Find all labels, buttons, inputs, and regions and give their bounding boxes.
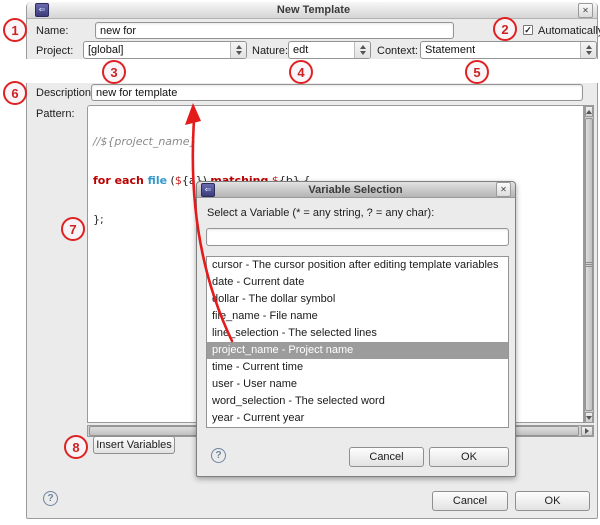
- close-button[interactable]: ✕: [578, 3, 593, 18]
- scroll-up-icon[interactable]: [585, 106, 593, 117]
- main-titlebar[interactable]: ⇐ New Template ✕: [27, 2, 597, 19]
- vs-prompt: Select a Variable (* = any string, ? = a…: [207, 207, 434, 219]
- list-item[interactable]: date - Current date: [207, 274, 508, 291]
- vs-cancel-button[interactable]: Cancel: [349, 447, 424, 467]
- variable-filter-input[interactable]: [206, 228, 509, 246]
- help-button[interactable]: ?: [43, 491, 58, 506]
- list-item[interactable]: year - Current year: [207, 410, 508, 427]
- vs-ok-button[interactable]: OK: [429, 447, 509, 467]
- annotation-circle-3: 3: [102, 60, 126, 84]
- project-label: Project:: [36, 45, 73, 57]
- list-item[interactable]: file_name - File name: [207, 308, 508, 325]
- variable-list[interactable]: cursor - The cursor position after editi…: [206, 256, 509, 428]
- list-item[interactable]: line_selection - The selected lines: [207, 325, 508, 342]
- template-icon: ⇐: [201, 183, 215, 197]
- main-title: New Template: [49, 4, 578, 16]
- annotation-circle-4: 4: [289, 60, 313, 84]
- name-input[interactable]: [95, 22, 454, 39]
- insert-variables-button[interactable]: Insert Variables: [93, 436, 175, 454]
- name-label: Name:: [36, 25, 68, 37]
- vs-title: Variable Selection: [215, 184, 496, 196]
- code-line: //${project_name}: [93, 135, 583, 148]
- project-select[interactable]: [global]: [83, 41, 247, 59]
- annotation-circle-2: 2: [493, 17, 517, 41]
- spinner-icon: [230, 42, 246, 58]
- context-label: Context:: [377, 45, 418, 57]
- scroll-down-icon[interactable]: [585, 412, 593, 423]
- auto-insert-checkbox[interactable]: [523, 25, 533, 35]
- list-item[interactable]: cursor - The cursor position after editi…: [207, 257, 508, 274]
- grip-icon: [586, 262, 592, 267]
- list-item[interactable]: user - User name: [207, 376, 508, 393]
- pattern-vscrollbar[interactable]: [584, 105, 594, 423]
- annotation-circle-7: 7: [61, 217, 85, 241]
- ok-button[interactable]: OK: [515, 491, 590, 511]
- close-button[interactable]: ✕: [496, 182, 511, 197]
- description-label: Description:: [36, 87, 94, 99]
- annotation-circle-1: 1: [3, 18, 27, 42]
- spinner-icon: [354, 42, 370, 58]
- list-item[interactable]: dollar - The dollar symbol: [207, 291, 508, 308]
- nature-value: edt: [289, 44, 354, 56]
- context-value: Statement: [421, 44, 580, 56]
- spinner-icon: [580, 42, 596, 58]
- auto-insert-label: Automatically Insert: [538, 25, 600, 37]
- scroll-right-icon[interactable]: [581, 426, 593, 436]
- vs-help-button[interactable]: ?: [211, 448, 226, 463]
- list-item[interactable]: time - Current time: [207, 359, 508, 376]
- pattern-label: Pattern:: [36, 108, 75, 120]
- scroll-thumb[interactable]: [585, 118, 593, 411]
- list-item-selected[interactable]: project_name - Project name: [207, 342, 508, 359]
- description-input[interactable]: [91, 84, 583, 101]
- template-icon: ⇐: [35, 3, 49, 17]
- cancel-button[interactable]: Cancel: [432, 491, 508, 511]
- variable-selection-dialog: ⇐ Variable Selection ✕ Select a Variable…: [196, 181, 516, 477]
- list-item[interactable]: word_selection - The selected word: [207, 393, 508, 410]
- annotation-circle-8: 8: [64, 435, 88, 459]
- nature-select[interactable]: edt: [288, 41, 371, 59]
- vs-titlebar[interactable]: ⇐ Variable Selection ✕: [197, 182, 515, 198]
- project-value: [global]: [84, 44, 230, 56]
- context-select[interactable]: Statement: [420, 41, 597, 59]
- annotation-circle-5: 5: [465, 60, 489, 84]
- annotation-circle-6: 6: [3, 81, 27, 105]
- screenshot-root: ⇐ New Template ✕ Name: Automatically Ins…: [0, 0, 600, 525]
- nature-label: Nature:: [252, 45, 288, 57]
